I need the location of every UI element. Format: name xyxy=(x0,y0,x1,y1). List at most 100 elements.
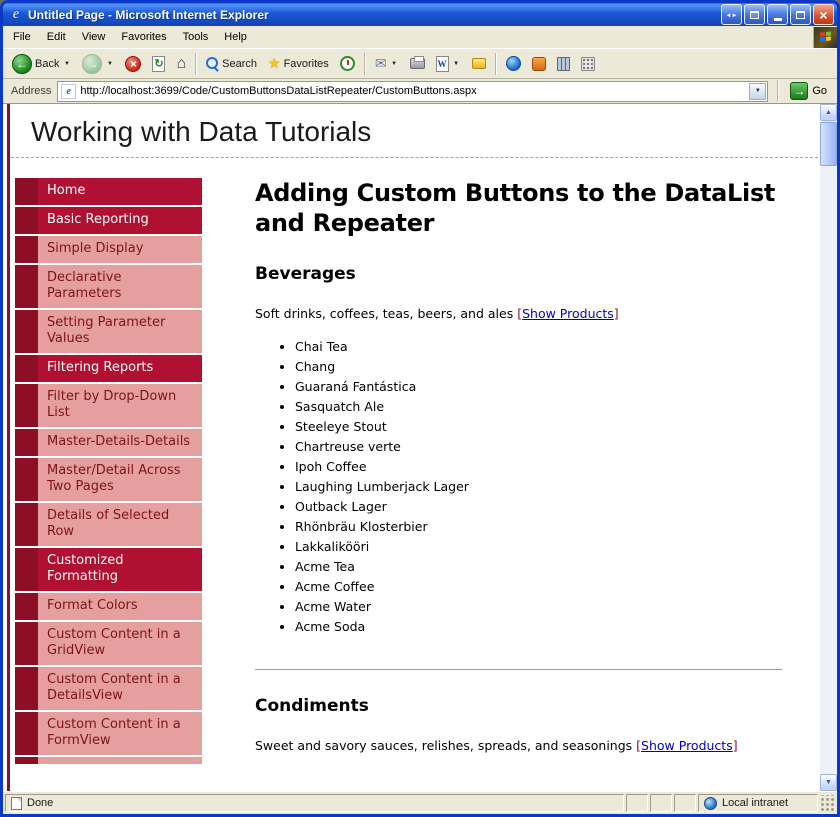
security-zone-panel: Local intranet xyxy=(698,794,818,812)
scrollbar-track[interactable] xyxy=(820,121,837,774)
show-products-link-beverages[interactable]: Show Products xyxy=(522,306,614,321)
maximize-button[interactable] xyxy=(790,4,811,25)
windows-flag-throbber xyxy=(813,27,837,48)
product-item: Sasquatch Ale xyxy=(295,400,782,413)
go-label: Go xyxy=(812,85,827,97)
nav-item-customized-formatting[interactable]: Customized Formatting xyxy=(15,548,202,591)
edit-button[interactable]: W xyxy=(431,53,466,75)
menu-view[interactable]: View xyxy=(74,27,114,47)
address-url[interactable]: http://localhost:3699/Code/CustomButtons… xyxy=(80,85,745,97)
nav-item-format-colors[interactable]: Format Colors xyxy=(15,593,202,620)
address-dropdown-button[interactable] xyxy=(749,83,766,100)
close-icon xyxy=(819,8,827,22)
product-item: Acme Water xyxy=(295,600,782,613)
forward-dropdown-chevron[interactable] xyxy=(105,61,114,67)
home-icon xyxy=(176,55,186,73)
back-dropdown-chevron[interactable] xyxy=(62,61,71,67)
section-desc-condiments: Sweet and savory sauces, relishes, sprea… xyxy=(255,738,782,754)
menu-tools[interactable]: Tools xyxy=(175,27,217,47)
discuss-button[interactable] xyxy=(467,55,491,72)
title-extra-button-2[interactable] xyxy=(744,4,765,25)
product-list-beverages: Chai Tea Chang Guaraná Fantástica Sasqua… xyxy=(255,340,782,633)
refresh-button[interactable] xyxy=(147,53,170,75)
bracket-close: ] xyxy=(614,306,619,321)
minimize-button[interactable] xyxy=(767,4,788,25)
nav-strip xyxy=(15,712,38,755)
security-zone-text: Local intranet xyxy=(722,797,788,809)
search-button[interactable]: Search xyxy=(201,54,262,73)
search-label: Search xyxy=(222,58,257,70)
nav-item-filter-by-dropdown-list[interactable]: Filter by Drop-Down List xyxy=(15,384,202,427)
orange-tool-icon xyxy=(532,57,546,71)
nav-item-home[interactable]: Home xyxy=(15,178,202,205)
menu-favorites[interactable]: Favorites xyxy=(113,27,174,47)
window-icon xyxy=(750,11,759,19)
scroll-up-button[interactable] xyxy=(820,104,837,121)
nav-item-filtering-reports[interactable]: Filtering Reports xyxy=(15,355,202,382)
scrollbar-thumb[interactable] xyxy=(820,122,837,166)
window-title: Untitled Page - Microsoft Internet Explo… xyxy=(28,8,717,22)
nav-item-simple-display[interactable]: Simple Display xyxy=(15,236,202,263)
nav-item-custom-content-detailsview[interactable]: Custom Content in a DetailsView xyxy=(15,667,202,710)
back-button[interactable]: Back xyxy=(7,51,76,77)
product-item: Chartreuse verte xyxy=(295,440,782,453)
scroll-down-button[interactable] xyxy=(820,774,837,791)
address-input[interactable]: e http://localhost:3699/Code/CustomButto… xyxy=(57,81,768,102)
favorites-button[interactable]: Favorites xyxy=(263,52,334,75)
nav-item-details-of-selected-row[interactable]: Details of Selected Row xyxy=(15,503,202,546)
toolbar-extra-button-3[interactable] xyxy=(576,54,600,74)
product-item: Guaraná Fantástica xyxy=(295,380,782,393)
tutorials-nav-menu: Home Basic Reporting Simple Display Decl… xyxy=(15,178,202,764)
messenger-icon xyxy=(506,56,521,71)
messenger-button[interactable] xyxy=(501,53,526,74)
toolbar-separator xyxy=(495,53,497,75)
nav-item-declarative-parameters[interactable]: Declarative Parameters xyxy=(15,265,202,308)
close-button[interactable] xyxy=(813,4,834,25)
edit-word-icon: W xyxy=(436,56,449,72)
history-button[interactable] xyxy=(335,53,360,74)
print-button[interactable] xyxy=(405,55,430,72)
nav-strip xyxy=(15,236,38,263)
nav-strip xyxy=(15,593,38,620)
nav-item-master-details-details[interactable]: Master-Details-Details xyxy=(15,429,202,456)
arrows-icon xyxy=(726,10,738,19)
toolbar-separator xyxy=(364,53,366,75)
nav-item-master-detail-across-two-pages[interactable]: Master/Detail Across Two Pages xyxy=(15,458,202,501)
show-products-link-condiments[interactable]: Show Products xyxy=(641,738,733,753)
menu-help[interactable]: Help xyxy=(216,27,255,47)
mail-button[interactable] xyxy=(370,52,404,75)
back-label: Back xyxy=(35,58,59,70)
stop-button[interactable] xyxy=(120,53,146,75)
nav-item-custom-content-gridview[interactable]: Custom Content in a GridView xyxy=(15,622,202,665)
toolbar-separator xyxy=(777,80,779,102)
product-item: Rhönbräu Klosterbier xyxy=(295,520,782,533)
edit-dropdown-chevron[interactable] xyxy=(452,61,461,67)
toolbar-extra-button-1[interactable] xyxy=(527,54,551,74)
nav-item-setting-parameter-values[interactable]: Setting Parameter Values xyxy=(15,310,202,353)
resize-grip[interactable] xyxy=(820,795,835,812)
product-item: Outback Lager xyxy=(295,500,782,513)
page-favicon: e xyxy=(61,84,76,99)
category-description: Sweet and savory sauces, relishes, sprea… xyxy=(255,738,632,753)
vertical-scrollbar xyxy=(820,104,837,791)
windows-flag-icon xyxy=(820,31,831,42)
menu-edit[interactable]: Edit xyxy=(39,27,74,47)
building-icon xyxy=(557,57,570,71)
discuss-icon xyxy=(472,58,486,69)
nav-item-cropped[interactable] xyxy=(15,757,202,764)
product-item: Chang xyxy=(295,360,782,373)
home-button[interactable] xyxy=(171,52,191,76)
forward-button[interactable] xyxy=(77,51,119,77)
section-desc-beverages: Soft drinks, coffees, teas, beers, and a… xyxy=(255,306,782,322)
nav-item-basic-reporting[interactable]: Basic Reporting xyxy=(15,207,202,234)
mail-dropdown-chevron[interactable] xyxy=(390,61,399,67)
toolbar-extra-button-2[interactable] xyxy=(552,54,575,74)
title-extra-button-1[interactable] xyxy=(721,4,742,25)
nav-item-custom-content-formview[interactable]: Custom Content in a FormView xyxy=(15,712,202,755)
product-item: Acme Tea xyxy=(295,560,782,573)
menu-file[interactable]: File xyxy=(5,27,39,47)
nav-strip xyxy=(15,178,38,205)
print-icon xyxy=(410,58,425,69)
go-button[interactable]: Go xyxy=(788,82,833,100)
favorites-label: Favorites xyxy=(284,58,329,70)
